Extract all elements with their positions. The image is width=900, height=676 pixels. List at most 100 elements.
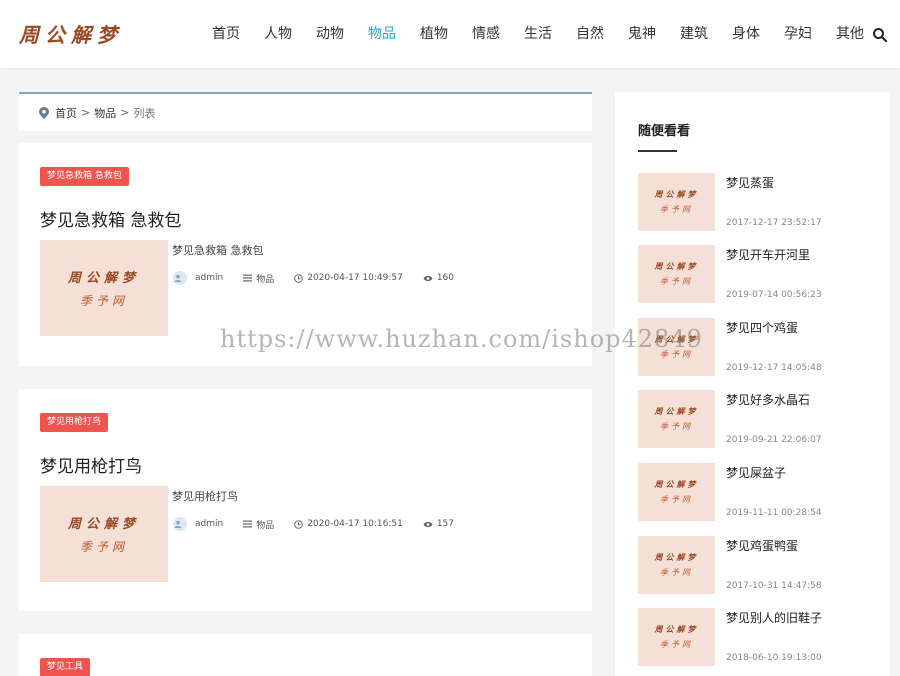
thumbnail-sub-text: 季予网 xyxy=(660,277,693,286)
meta-author[interactable]: admin xyxy=(173,517,223,531)
thumbnail-logo-text: 周公解梦 xyxy=(654,189,699,199)
nav-item-other[interactable]: 其他 xyxy=(824,0,876,68)
thumbnail-sub-text: 季予网 xyxy=(660,205,693,214)
breadcrumb-category[interactable]: 物品 xyxy=(94,105,116,121)
sidebar-item-title[interactable]: 梦见别人的旧鞋子 xyxy=(726,609,822,626)
article-card: 梦见用枪打鸟 梦见用枪打鸟 周公解梦 季予网 梦见用枪打鸟 admin 物品 2… xyxy=(19,389,592,611)
eye-icon xyxy=(423,521,433,527)
sidebar-item-title[interactable]: 梦见屎盆子 xyxy=(726,464,786,481)
thumbnail-logo-text: 周公解梦 xyxy=(654,406,699,416)
sidebar-item-date: 2019-07-14 00:56:23 xyxy=(726,290,822,300)
sidebar-item-thumbnail[interactable]: 周公解梦 季予网 xyxy=(638,245,715,303)
site-header: 周公解梦 首页 人物 动物 物品 植物 情感 生活 自然 鬼神 建筑 身体 孕妇… xyxy=(0,0,900,68)
post-datetime: 2020-04-17 10:49:57 xyxy=(307,273,403,283)
breadcrumb: 首页 > 物品 > 列表 xyxy=(19,92,592,131)
sidebar-item[interactable]: 周公解梦季予网 梦见屎盆子 2019-11-11 00:28:54 xyxy=(638,463,878,521)
thumbnail-sub-text: 季予网 xyxy=(660,422,693,431)
category-name: 物品 xyxy=(256,274,275,285)
sidebar-item[interactable]: 周公解梦季予网 梦见蒸蛋 2017-12-17 23:52:17 xyxy=(638,173,878,231)
list-icon xyxy=(243,274,253,282)
breadcrumb-separator: > xyxy=(81,106,91,119)
article-title[interactable]: 梦见急救箱 急救包 xyxy=(40,206,181,231)
sidebar-item-title[interactable]: 梦见蒸蛋 xyxy=(726,174,774,191)
sidebar-item-date: 2018-06-10 19:13:00 xyxy=(726,653,822,663)
thumbnail-logo-text: 周公解梦 xyxy=(654,552,699,562)
meta-category[interactable]: 物品 xyxy=(243,272,274,285)
article-tag[interactable]: 梦见急救箱 急救包 xyxy=(40,167,129,186)
clock-icon xyxy=(294,519,304,529)
meta-time: 2020-04-17 10:49:57 xyxy=(294,273,403,283)
sidebar-title: 随便看看 xyxy=(638,124,691,139)
view-count: 160 xyxy=(436,273,454,283)
author-name: admin xyxy=(195,273,224,283)
thumbnail-logo-text: 周公解梦 xyxy=(67,271,140,286)
nav-item-life[interactable]: 生活 xyxy=(512,0,564,68)
sidebar-item-date: 2017-10-31 14:47:58 xyxy=(726,581,822,591)
meta-time: 2020-04-17 10:16:51 xyxy=(294,519,403,529)
sidebar-item-title[interactable]: 梦见开车开河里 xyxy=(726,246,810,263)
meta-author[interactable]: admin xyxy=(173,271,223,285)
sidebar-item-date: 2019-09-21 22:06:07 xyxy=(726,435,822,445)
view-count: 157 xyxy=(436,519,454,529)
sidebar-item-title[interactable]: 梦见鸡蛋鸭蛋 xyxy=(726,537,798,554)
thumbnail-logo-text: 周公解梦 xyxy=(654,261,699,271)
sidebar-item-title[interactable]: 梦见四个鸡蛋 xyxy=(726,319,798,336)
sidebar-item-thumbnail[interactable]: 周公解梦 季予网 xyxy=(638,608,715,666)
sidebar-item-thumbnail[interactable]: 周公解梦 季予网 xyxy=(638,390,715,448)
meta-views: 160 xyxy=(423,273,454,283)
logo-text: 周公解梦 xyxy=(19,22,123,47)
sidebar-item-thumbnail[interactable]: 周公解梦 季予网 xyxy=(638,173,715,231)
article-excerpt: 梦见用枪打鸟 xyxy=(172,490,238,503)
nav-item-emotions[interactable]: 情感 xyxy=(460,0,512,68)
nav-item-body[interactable]: 身体 xyxy=(720,0,772,68)
sidebar-item-date: 2019-12-17 14:05:48 xyxy=(726,363,822,373)
search-icon[interactable] xyxy=(872,27,888,43)
nav-item-people[interactable]: 人物 xyxy=(252,0,304,68)
sidebar-random: 随便看看 周公解梦 季予网 梦见蒸蛋 2017-12-17 23:52:17 周公… xyxy=(615,92,890,676)
eye-icon xyxy=(423,275,433,281)
user-icon xyxy=(174,274,182,282)
meta-category[interactable]: 物品 xyxy=(243,518,274,531)
breadcrumb-separator: > xyxy=(120,106,130,119)
article-thumbnail[interactable]: 周公解梦 季予网 xyxy=(40,486,168,582)
sidebar-item-thumbnail[interactable]: 周公解梦 季予网 xyxy=(638,463,715,521)
article-title[interactable]: 梦见用枪打鸟 xyxy=(40,452,142,477)
nav-item-nature[interactable]: 自然 xyxy=(564,0,616,68)
list-icon xyxy=(243,520,253,528)
sidebar-item-thumbnail[interactable]: 周公解梦 季予网 xyxy=(638,536,715,594)
breadcrumb-current: 列表 xyxy=(133,106,156,120)
article-tag[interactable]: 梦见用枪打鸟 xyxy=(40,413,109,432)
sidebar-item-date: 2019-11-11 00:28:54 xyxy=(726,508,822,518)
sidebar-item-title[interactable]: 梦见好多水晶石 xyxy=(726,391,810,408)
nav-item-buildings[interactable]: 建筑 xyxy=(668,0,720,68)
thumbnail-logo-text: 周公解梦 xyxy=(67,517,140,532)
nav-item-animals[interactable]: 动物 xyxy=(304,0,356,68)
thumbnail-sub-text: 季予网 xyxy=(79,294,128,308)
sidebar-item[interactable]: 周公解梦季予网 梦见开车开河里 2019-07-14 00:56:23 xyxy=(638,245,878,303)
nav-item-home[interactable]: 首页 xyxy=(200,0,252,68)
article-meta: admin 物品 2020-04-17 10:16:51 157 xyxy=(173,517,474,531)
breadcrumb-home[interactable]: 首页 xyxy=(55,105,77,121)
thumbnail-sub-text: 季予网 xyxy=(660,495,693,504)
nav-item-pregnant[interactable]: 孕妇 xyxy=(772,0,824,68)
location-pin-icon xyxy=(39,106,49,119)
sidebar-item[interactable]: 周公解梦 季予网 梦见鸡蛋鸭蛋 2017-10-31 14:47:58 xyxy=(638,536,878,594)
article-thumbnail[interactable]: 周公解梦 季予网 xyxy=(40,240,168,336)
nav-item-ghosts[interactable]: 鬼神 xyxy=(616,0,668,68)
avatar xyxy=(173,517,187,531)
user-icon xyxy=(174,520,182,528)
thumbnail-sub-text: 季予网 xyxy=(660,640,693,649)
thumbnail-logo-text: 周公解梦 xyxy=(654,624,699,634)
watermark-text: https://www.huzhan.com/ishop42849 xyxy=(220,325,703,353)
nav-item-plants[interactable]: 植物 xyxy=(408,0,460,68)
sidebar-item[interactable]: 周公解梦季予网 梦见别人的旧鞋子 2018-06-10 19:13:00 xyxy=(638,608,878,666)
thumbnail-logo-text: 周公解梦 xyxy=(654,479,699,489)
site-logo[interactable]: 周公解梦 xyxy=(19,18,141,48)
main-nav: 首页 人物 动物 物品 植物 情感 生活 自然 鬼神 建筑 身体 孕妇 其他 xyxy=(200,0,876,68)
thumbnail-sub-text: 季予网 xyxy=(79,540,128,554)
sidebar-item-date: 2017-12-17 23:52:17 xyxy=(726,218,822,228)
nav-item-objects[interactable]: 物品 xyxy=(356,0,408,68)
sidebar-item[interactable]: 周公解梦季予网 梦见好多水晶石 2019-09-21 22:06:07 xyxy=(638,390,878,448)
article-excerpt: 梦见急救箱 急救包 xyxy=(172,244,264,257)
article-tag[interactable]: 梦见工具 xyxy=(40,658,91,676)
